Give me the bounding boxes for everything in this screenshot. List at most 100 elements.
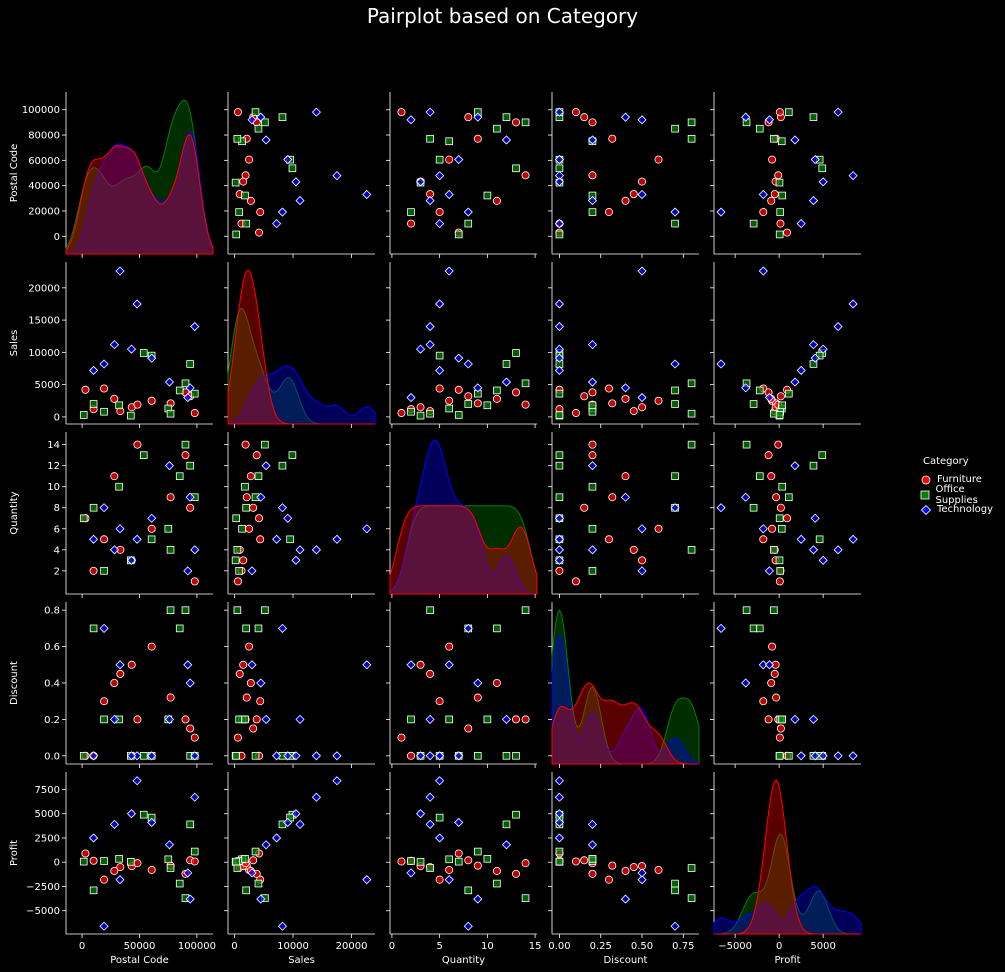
point-technology [406,660,416,670]
point-technology [277,921,288,931]
y-tick-label: 10 [47,482,60,493]
point-furniture [638,177,647,186]
x-tick-label: 0.50 [631,941,653,952]
point-technology [362,875,372,885]
point-office-supplies [254,879,263,888]
point-office-supplies [742,606,751,614]
point-office-supplies [555,389,564,398]
point-office-supplies [233,134,242,143]
panel-sales-vs-quantity [386,262,537,428]
point-office-supplies [445,137,453,146]
point-furniture [110,394,119,403]
point-office-supplies [588,407,597,416]
point-office-supplies [416,858,425,866]
point-office-supplies [435,813,444,822]
point-furniture [621,394,630,403]
point-office-supplies [778,191,787,200]
point-office-supplies [687,440,696,449]
point-technology [620,383,631,393]
x-tick-label: 100000 [178,941,216,952]
point-technology [109,340,120,350]
point-furniture [147,396,156,405]
point-furniture [608,134,617,143]
point-office-supplies [445,404,453,413]
point-office-supplies [445,855,453,864]
point-furniture [473,399,482,408]
point-furniture [492,196,501,205]
point-furniture [245,524,254,533]
point-office-supplies [242,503,250,512]
panel-sales-vs-discount [548,262,699,428]
point-technology [454,817,464,828]
point-furniture [186,724,195,733]
point-office-supplies [512,349,520,357]
panel-quantity-vs-quantity [386,432,538,598]
point-office-supplies [454,230,463,239]
point-furniture [397,733,406,742]
point-office-supplies [521,606,530,614]
point-technology [833,751,843,761]
point-office-supplies [687,864,696,872]
point-furniture [772,493,781,502]
point-office-supplies [502,752,511,760]
point-office-supplies [139,451,148,459]
point-technology [115,660,125,670]
point-furniture [521,400,530,409]
point-technology [406,115,416,125]
point-office-supplies [232,230,240,239]
point-office-supplies [238,524,246,533]
point-furniture [426,669,435,678]
point-technology [311,792,321,802]
point-technology [848,299,858,309]
panel-postal-code-vs-profit [710,92,861,258]
point-office-supplies [818,164,827,173]
point-furniture [604,384,613,393]
point-furniture [783,228,792,237]
point-technology [362,189,372,200]
point-furniture [252,451,261,460]
point-furniture [759,535,768,544]
point-furniture [239,556,248,565]
point-office-supplies [147,535,156,544]
panel-sales-vs-profit [710,262,861,428]
point-technology [332,171,342,181]
point-technology [435,365,445,375]
point-office-supplies [241,482,249,491]
point-technology [790,461,800,471]
point-technology [587,340,598,350]
point-furniture [512,715,521,724]
point-office-supplies [445,715,453,724]
point-technology [132,299,142,309]
point-technology [115,524,125,534]
point-furniture [608,861,617,870]
point-furniture [235,669,244,678]
point-technology [587,461,598,471]
point-technology [89,365,99,375]
point-office-supplies [100,857,108,865]
point-technology [716,503,726,513]
point-technology [425,751,435,761]
point-technology [190,321,200,332]
y-tick-label: 2500 [35,833,60,844]
point-office-supplies [483,715,492,724]
point-furniture [464,113,473,122]
point-furniture [588,451,597,460]
point-office-supplies [241,191,249,200]
point-office-supplies [139,349,148,357]
point-furniture [783,514,792,523]
point-furniture [147,524,156,533]
point-furniture [629,190,638,199]
point-office-supplies [166,606,175,614]
point-furniture [445,865,454,874]
point-office-supplies [671,472,679,480]
point-office-supplies [483,855,492,863]
point-office-supplies [100,715,108,724]
point-office-supplies [493,386,501,395]
point-office-supplies [407,857,415,865]
point-office-supplies [251,847,260,856]
point-office-supplies [588,482,597,491]
x-tick-label: 0 [231,941,237,952]
point-office-supplies [588,401,597,410]
point-furniture [775,733,784,742]
point-office-supplies [235,208,243,216]
